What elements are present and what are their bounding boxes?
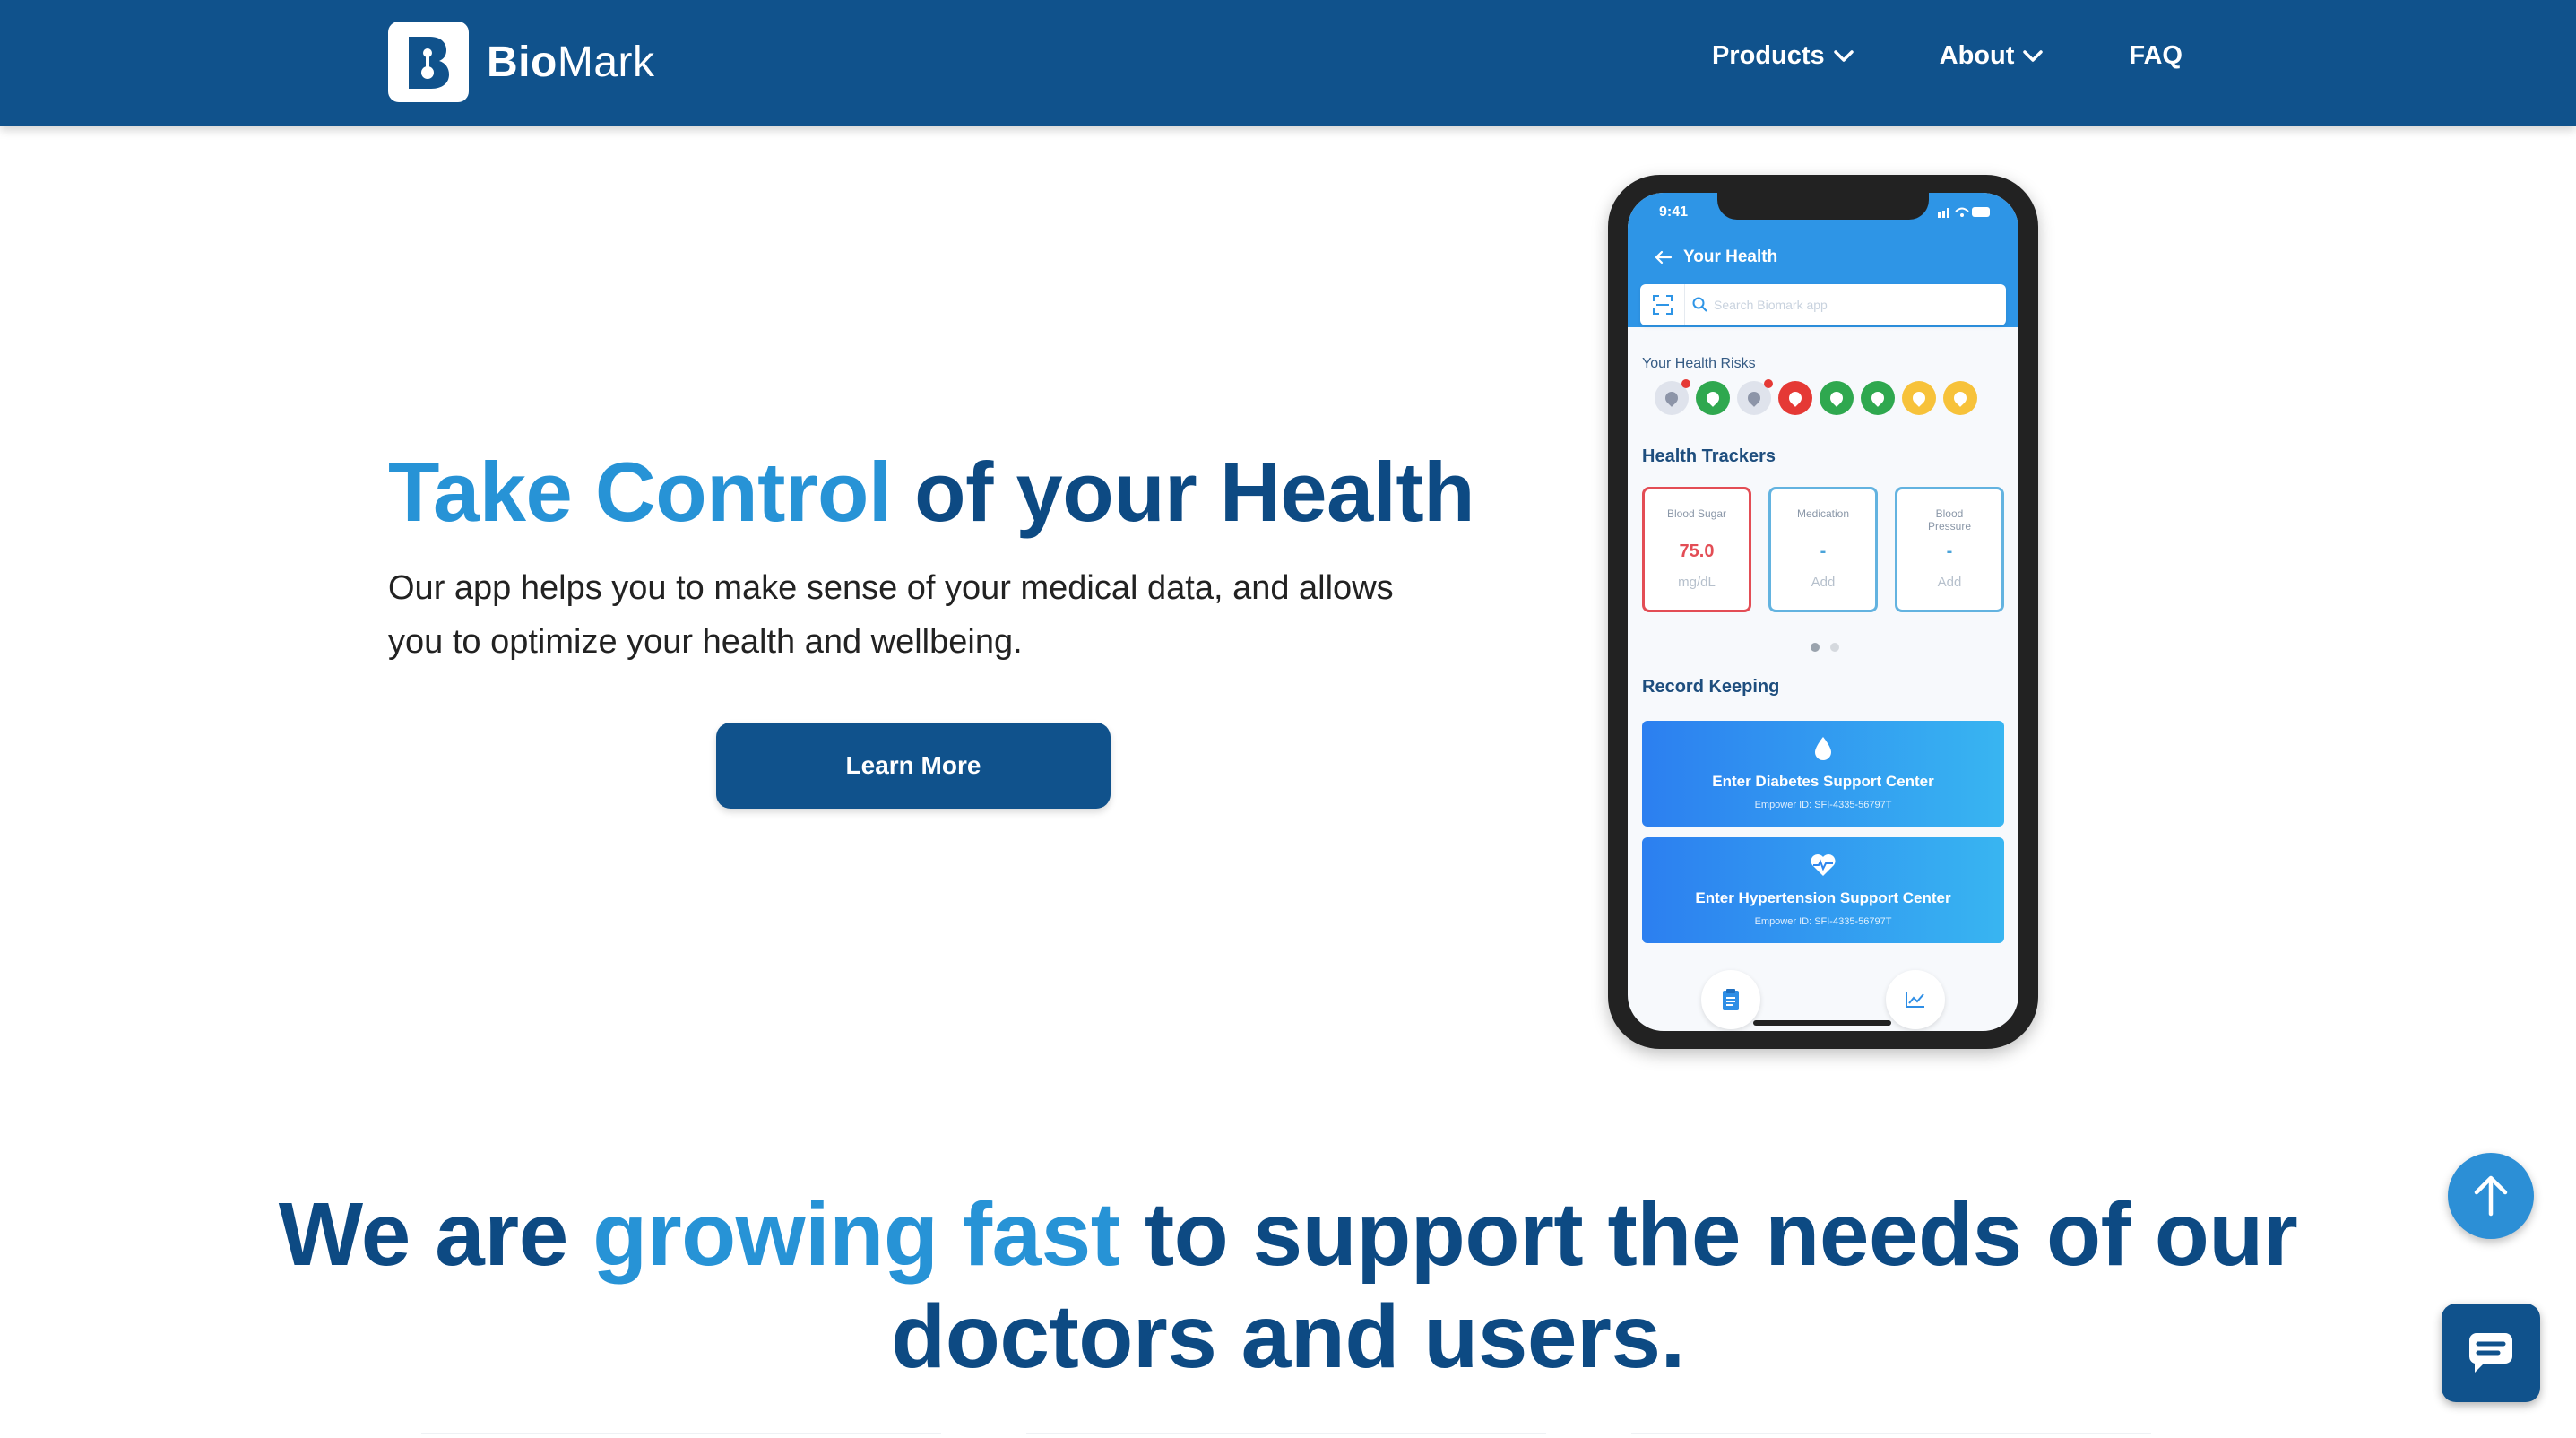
drop-icon [1642,733,2004,764]
blood-icon[interactable] [1778,381,1812,415]
home-indicator [1753,1020,1891,1026]
search-icon [1692,297,1707,312]
heartbeat-icon [1642,850,2004,880]
biomark-logo[interactable]: BioMark [388,22,655,102]
moon-icon[interactable] [1943,381,1977,415]
hero-title: Take Control of your Health [388,444,1475,541]
tracker-name: Blood Pressure [1927,507,1972,533]
brand-name: BioMark [487,38,655,86]
lightning-icon[interactable] [1902,381,1936,415]
tracker-unit: Add [1937,575,1962,590]
risk-glyph [1663,389,1681,407]
back-arrow-icon[interactable] [1655,250,1673,264]
hypertension-support-card[interactable]: Enter Hypertension Support Center Empowe… [1642,837,2004,943]
trends-tab-button[interactable] [1886,970,1945,1029]
nav-faq-label: FAQ [2129,41,2183,70]
tracker-value: - [1946,541,1953,561]
chevron-down-icon [1833,49,1854,62]
tracker-blood-sugar[interactable]: Blood Sugar 75.0 mg/dL [1642,487,1751,612]
tracker-value: - [1820,541,1827,561]
drop-icon[interactable] [1696,381,1730,415]
risk-glyph [1910,389,1928,407]
nav-about-label: About [1939,41,2015,70]
learn-more-button[interactable]: Learn More [716,723,1111,809]
chat-widget-button[interactable] [2442,1304,2540,1402]
risk-glyph [1786,389,1804,407]
hero-title-rest: of your Health [891,445,1475,539]
app-title-text: Your Health [1683,247,1778,266]
nav-products-label: Products [1711,41,1825,70]
scroll-to-top-button[interactable] [2448,1153,2534,1239]
heartbeat-icon[interactable] [1737,379,1773,415]
tracker-name: Blood Sugar [1666,507,1727,520]
nav-about[interactable]: About [1940,41,2044,71]
phone-notch [1717,193,1929,220]
arrow-up-icon [2474,1175,2508,1217]
health-risks-row [1655,379,1984,415]
diabetes-card-id: Empower ID: SFI-4335-56797T [1754,800,1892,810]
risk-glyph [1869,389,1887,407]
tracker-unit: Add [1811,575,1836,590]
records-tab-button[interactable] [1701,970,1760,1029]
app-search-placeholder: Search Biomark app [1714,298,1828,312]
alert-dot [1764,379,1773,388]
hero-subtitle: Our app helps you to make sense of your … [388,569,1394,661]
clipboard-icon [1723,989,1739,1010]
kidney-icon[interactable] [1861,381,1895,415]
status-time: 9:41 [1659,204,1689,220]
app-title: Your Health [1655,247,1777,267]
health-risks-label: Your Health Risks [1642,356,1756,371]
hypertension-card-title: Enter Hypertension Support Center [1695,889,1951,906]
scan-icon[interactable] [1640,284,1685,325]
diabetes-support-card[interactable]: Enter Diabetes Support Center Empower ID… [1642,721,2004,827]
health-trackers: Blood Sugar 75.0 mg/dL Medication - Add … [1642,487,2018,612]
growing-heading: We are growing fast to support the needs… [269,1183,2307,1388]
risk-glyph [1951,389,1969,407]
carousel-pager[interactable] [1811,643,1850,652]
tracker-unit: mg/dL [1678,575,1716,590]
risk-glyph [1704,389,1722,407]
phone-screen: 9:41 Your Health Search Biomark app Your… [1628,193,2018,1031]
app-search-bar[interactable]: Search Biomark app [1640,284,2006,325]
growing-pre: We are [278,1184,593,1285]
card-tops [421,1433,2151,1434]
site-header: BioMark Products About FAQ [0,0,2576,126]
tracker-blood-pressure[interactable]: Blood Pressure - Add [1895,487,2004,612]
tracker-value: 75.0 [1679,541,1715,561]
nav-products[interactable]: Products [1712,41,1854,71]
heart-icon[interactable] [1655,379,1690,415]
nav-faq[interactable]: FAQ [2129,41,2183,71]
hypertension-card-id: Empower ID: SFI-4335-56797T [1754,916,1892,927]
growing-accent: growing fast [592,1184,1120,1285]
alert-dot [1681,379,1690,388]
tracker-name: Medication [1796,507,1850,520]
record-keeping-heading: Record Keeping [1642,677,1780,697]
chat-icon [2468,1333,2512,1373]
diabetes-card-title: Enter Diabetes Support Center [1712,773,1934,790]
health-trackers-heading: Health Trackers [1642,446,1776,466]
risk-glyph [1828,389,1846,407]
risk-glyph [1745,389,1763,407]
tracker-medication[interactable]: Medication - Add [1768,487,1878,612]
status-icons [1938,207,1990,218]
chevron-down-icon [2023,49,2044,62]
logo-mark-icon [388,22,469,102]
main-nav: Products About FAQ [1626,41,2183,71]
vessel-icon[interactable] [1820,381,1854,415]
phone-mockup: 9:41 Your Health Search Biomark app Your… [1608,175,2038,1049]
hero-title-accent: Take Control [388,445,892,539]
chart-icon [1906,992,1924,1008]
